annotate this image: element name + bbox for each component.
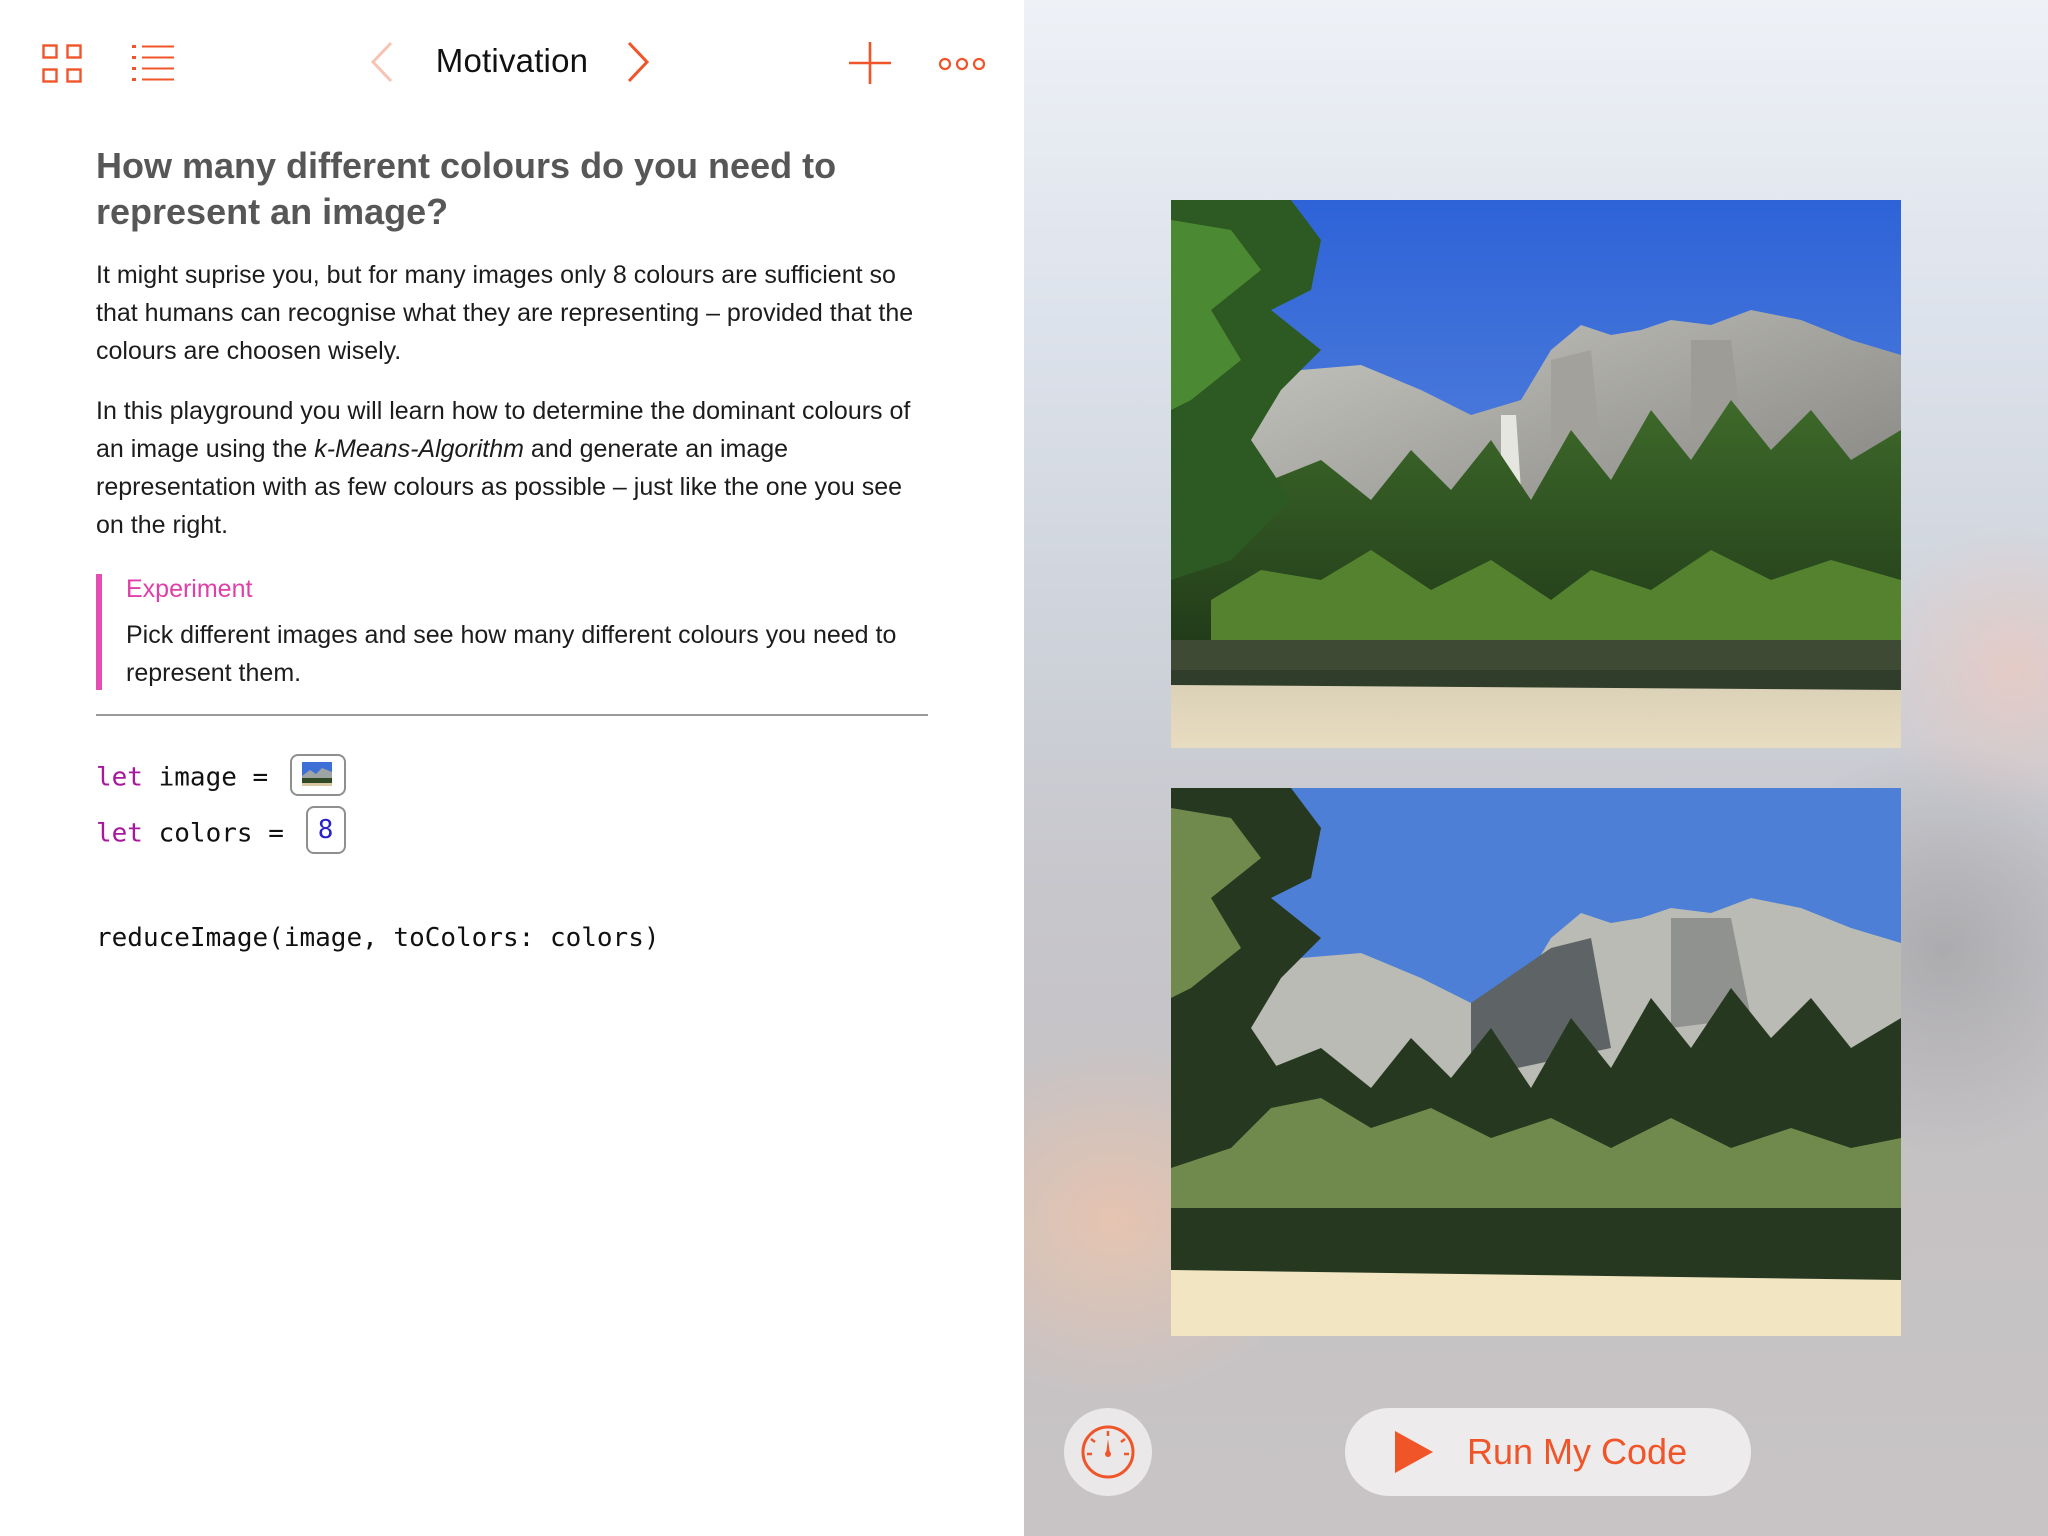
code-line-reduce[interactable]: reduceImage(image, toColors: colors)	[96, 923, 660, 953]
code-line-image[interactable]: let image =	[96, 754, 346, 796]
intro-paragraph: It might suprise you, but for many image…	[96, 261, 914, 365]
chevron-right-icon[interactable]	[626, 40, 650, 84]
run-button-label: Run My Code	[1467, 1431, 1688, 1472]
page-title: Motivation	[435, 42, 589, 79]
list-icon[interactable]	[132, 42, 174, 84]
image-literal[interactable]	[289, 754, 346, 796]
image-thumbnail-icon	[301, 762, 332, 786]
speedometer-icon	[1081, 1425, 1135, 1479]
run-my-code-button[interactable]: Run My Code	[1345, 1408, 1751, 1496]
original-image	[1171, 200, 1901, 748]
plus-icon[interactable]	[848, 41, 892, 85]
experiment-callout: Experiment Pick different images and see…	[96, 574, 926, 690]
play-icon	[1395, 1431, 1433, 1473]
code-line-colors[interactable]: let colors = 8	[96, 806, 346, 854]
code-text: colors =	[142, 818, 300, 849]
divider	[96, 714, 928, 716]
callout-body: Pick different images and see how many d…	[126, 621, 897, 687]
description-paragraph: In this playground you will learn how to…	[96, 392, 926, 544]
speed-button[interactable]	[1064, 1408, 1152, 1496]
more-icon[interactable]	[938, 56, 986, 72]
algorithm-name: k-Means-Algorithm	[314, 435, 524, 463]
live-view: Run My Code	[1024, 0, 2048, 1536]
code-keyword: let	[96, 762, 143, 793]
grid-icon[interactable]	[42, 44, 82, 84]
document-heading: How many different colours do you need t…	[96, 145, 837, 232]
code-keyword: let	[96, 818, 143, 849]
colors-number-literal[interactable]: 8	[305, 806, 346, 854]
reduced-color-image	[1171, 788, 1901, 1336]
callout-title: Experiment	[126, 575, 253, 603]
code-text: image =	[142, 762, 284, 793]
document-pane: Motivation How many different colours do…	[0, 0, 1024, 1536]
